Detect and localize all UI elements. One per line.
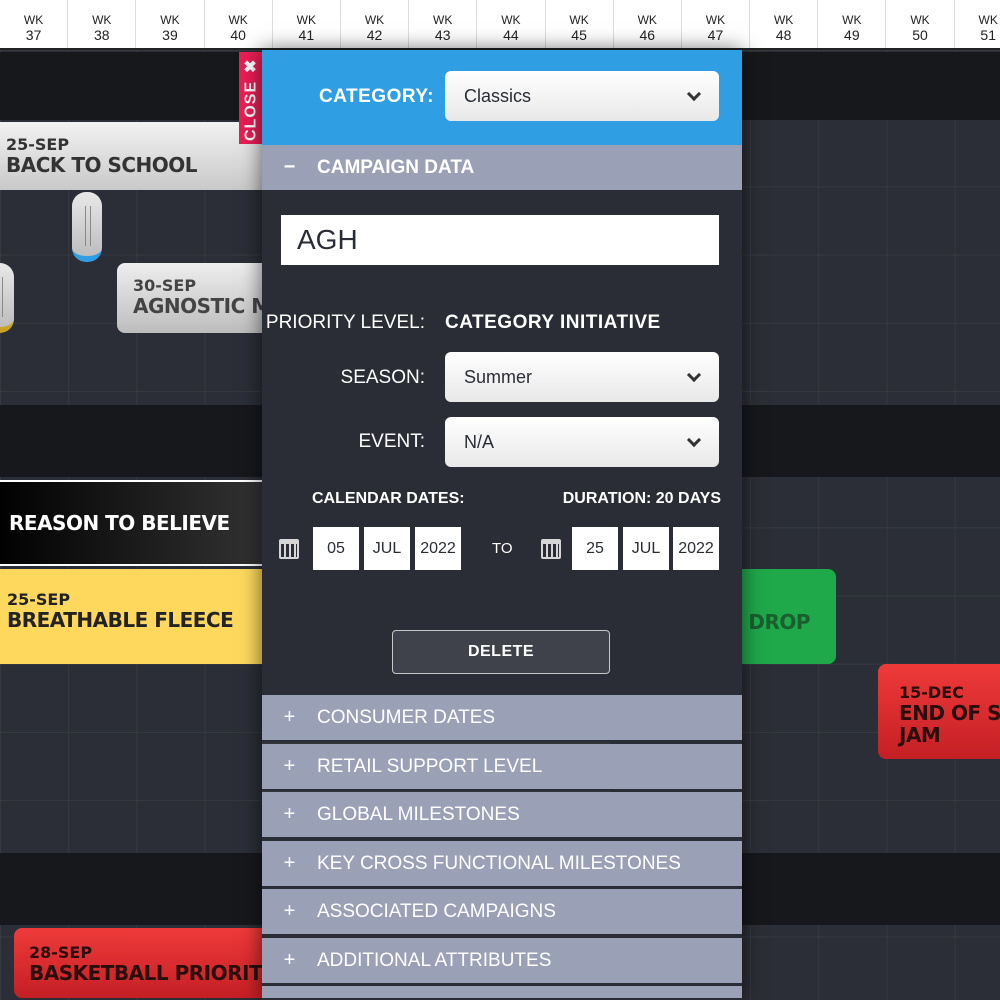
category-select-value: Classics <box>464 85 532 106</box>
campaign-tile-basketball-priority[interactable]: 28-SEP BASKETBALL PRIORITY <box>14 928 274 998</box>
collapse-icon: − <box>283 156 296 178</box>
week-column: WK 50 <box>886 0 955 48</box>
tile-name: BREATHABLE FLEECE <box>7 608 234 632</box>
week-column: WK 49 <box>818 0 887 48</box>
calendar-icon[interactable] <box>541 539 561 559</box>
campaign-tile-back-to-school[interactable]: 25-SEP BACK TO SCHOOL <box>0 122 270 190</box>
campaign-tile-breathable-fleece[interactable]: 25-SEP BREATHABLE FLEECE <box>0 569 270 664</box>
delete-button[interactable]: DELETE <box>392 630 610 674</box>
section-label: CAMPAIGN DATA <box>317 156 475 178</box>
duration-label: DURATION: 20 DAYS <box>562 490 721 507</box>
section-additional-attributes[interactable]: + ADDITIONAL ATTRIBUTES <box>262 938 742 985</box>
tile-name: END OF SU <box>899 701 1000 725</box>
week-column: WK 38 <box>68 0 137 48</box>
priority-level-label: PRIORITY LEVEL: <box>265 312 425 333</box>
close-button[interactable]: CLOSE ✖ <box>239 52 263 144</box>
section-label: KEY CROSS FUNCTIONAL MILESTONES <box>317 852 681 874</box>
week-column: WK 44 <box>477 0 546 48</box>
category-bar: CATEGORY: Classics <box>262 50 742 145</box>
category-label: CATEGORY: <box>319 86 434 107</box>
end-month-field[interactable]: JUL <box>623 527 669 570</box>
section-campaign-data[interactable]: − CAMPAIGN DATA <box>262 145 742 192</box>
week-column: WK 40 <box>205 0 273 48</box>
tile-name: BACK TO SCHOOL <box>6 153 198 177</box>
season-select-value: Summer <box>464 366 533 387</box>
section-label: ADDITIONAL ATTRIBUTES <box>317 949 552 971</box>
chevron-down-icon <box>686 367 702 383</box>
section-associated-campaigns[interactable]: + ASSOCIATED CAMPAIGNS <box>262 889 742 936</box>
tile-date: 28-SEP <box>29 943 93 962</box>
chevron-down-icon <box>686 432 702 448</box>
season-select[interactable]: Summer <box>445 352 719 402</box>
event-select-value: N/A <box>464 431 495 452</box>
week-column: WK 42 <box>341 0 410 48</box>
event-select[interactable]: N/A <box>445 417 719 467</box>
priority-level-value: CATEGORY INITIATIVE <box>445 312 661 333</box>
week-column: WK 46 <box>614 0 682 48</box>
to-label: TO <box>492 540 513 557</box>
end-year-field[interactable]: 2022 <box>673 527 719 570</box>
section-retail-support-level[interactable]: + RETAIL SUPPORT LEVEL <box>262 744 742 791</box>
week-column: WK 51 <box>955 0 1000 48</box>
campaign-tile-reason-to-believe[interactable]: REASON TO BELIEVE <box>0 480 270 566</box>
section-label: CONSUMER DATES <box>317 706 496 728</box>
expand-icon: + <box>283 949 296 971</box>
drag-handle[interactable] <box>0 263 14 333</box>
week-column: WK 48 <box>750 0 819 48</box>
tile-date: 25-SEP <box>6 135 70 154</box>
start-month-field[interactable]: JUL <box>364 527 410 570</box>
tile-name: REASON TO BELIEVE <box>9 511 230 535</box>
expand-icon: + <box>283 852 296 874</box>
week-column: WK 37 <box>0 0 69 48</box>
start-year-field[interactable]: 2022 <box>415 527 461 570</box>
season-label: SEASON: <box>340 367 425 388</box>
start-day-field[interactable]: 05 <box>313 527 359 570</box>
week-column: WK 41 <box>273 0 341 48</box>
end-day-field[interactable]: 25 <box>572 527 618 570</box>
tile-date: 15-DEC <box>899 683 964 702</box>
expand-icon: + <box>283 706 296 728</box>
week-column: WK 47 <box>682 0 751 48</box>
expand-icon: + <box>283 755 296 777</box>
tile-date: 25-SEP <box>7 590 71 609</box>
section-global-milestones[interactable]: + GLOBAL MILESTONES <box>262 792 742 839</box>
calendar-icon[interactable] <box>279 539 299 559</box>
section-consumer-dates[interactable]: + CONSUMER DATES <box>262 695 742 742</box>
campaign-edit-panel: CATEGORY: Classics − CAMPAIGN DATA AGH P… <box>262 50 742 1000</box>
week-header: WK 37 WK 38 WK 39 WK 40 WK 41 WK 42 WK 43 WK 44 … <box>0 0 1000 50</box>
campaign-tile-end-of-summer-jam[interactable]: 15-DEC END OF SU JAM <box>878 664 1000 759</box>
section-next[interactable] <box>262 986 742 1000</box>
expand-icon: + <box>283 803 296 825</box>
tile-name: BASKETBALL PRIORITY <box>29 961 274 985</box>
section-key-cross-functional-milestones[interactable]: + KEY CROSS FUNCTIONAL MILESTONES <box>262 841 742 888</box>
section-label: GLOBAL MILESTONES <box>317 803 520 825</box>
section-label: ASSOCIATED CAMPAIGNS <box>317 900 556 922</box>
chevron-down-icon <box>686 86 702 102</box>
week-column: WK 39 <box>136 0 205 48</box>
calendar-dates-label: CALENDAR DATES: <box>312 490 465 507</box>
week-column: WK 45 <box>546 0 614 48</box>
section-label: RETAIL SUPPORT LEVEL <box>317 755 543 777</box>
tile-name: JAM <box>899 723 941 747</box>
expand-icon: + <box>283 900 296 922</box>
category-select[interactable]: Classics <box>445 71 719 121</box>
week-column: WK 43 <box>409 0 478 48</box>
event-label: EVENT: <box>358 431 425 452</box>
campaign-name-input[interactable]: AGH <box>281 215 719 265</box>
drag-handle[interactable] <box>72 192 102 262</box>
